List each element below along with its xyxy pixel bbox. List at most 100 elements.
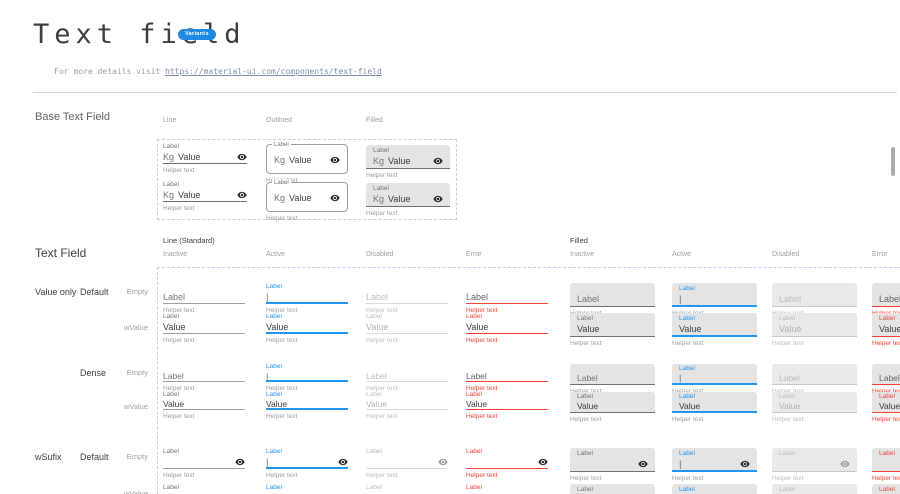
filled-box[interactable]: Label xyxy=(872,364,900,385)
filled-box[interactable]: Label xyxy=(772,448,857,472)
field-floating-label: Label xyxy=(163,313,245,320)
filled-box[interactable]: Label xyxy=(570,448,655,472)
field-floating-label: Label xyxy=(577,394,648,400)
text-input[interactable]: Value xyxy=(163,321,245,334)
text-input[interactable] xyxy=(466,456,548,469)
text-input[interactable]: KgValue xyxy=(163,189,247,202)
text-input[interactable]: Value xyxy=(679,323,750,334)
visibility-icon[interactable] xyxy=(438,457,448,467)
text-input[interactable]: Label xyxy=(779,373,850,382)
visibility-icon[interactable] xyxy=(237,152,247,162)
filled-box[interactable]: LabelKgValue xyxy=(366,145,450,169)
text-input[interactable] xyxy=(779,458,850,469)
text-input[interactable]: Value xyxy=(466,321,548,334)
visibility-icon[interactable] xyxy=(330,155,340,165)
text-input[interactable]: Value xyxy=(366,321,448,334)
filled-box[interactable]: Label| xyxy=(672,364,757,385)
text-input[interactable]: Label xyxy=(577,373,648,382)
text-input[interactable]: Value xyxy=(879,401,900,410)
text-input[interactable]: Label xyxy=(163,291,245,304)
text-input[interactable]: Value xyxy=(577,323,648,334)
filled-box[interactable]: LabelValue xyxy=(672,313,757,337)
text-input[interactable]: Value xyxy=(266,321,348,334)
text-input[interactable]: KgValue xyxy=(373,155,443,166)
filled-box[interactable]: LabelValue xyxy=(772,313,857,337)
filled-box[interactable]: Label| xyxy=(672,448,757,472)
filled-box[interactable]: Label| xyxy=(672,283,757,307)
text-input[interactable]: Value xyxy=(366,399,448,410)
filled-box[interactable]: LabelValue xyxy=(772,484,857,494)
text-input[interactable]: Value xyxy=(466,399,548,410)
text-input[interactable]: Label xyxy=(577,293,648,304)
text-input[interactable] xyxy=(366,456,448,469)
text-input[interactable]: | xyxy=(266,371,348,382)
filled-box[interactable]: LabelValue xyxy=(872,392,900,413)
text-input[interactable]: Value xyxy=(266,399,348,410)
text-input[interactable] xyxy=(879,458,900,469)
base-field-outlined: LabelKgValueHelper text xyxy=(266,182,348,222)
text-input[interactable]: KgValue xyxy=(274,154,340,166)
text-input[interactable]: Value xyxy=(577,401,648,410)
text-input[interactable]: Value xyxy=(163,399,245,410)
visibility-icon[interactable] xyxy=(235,457,245,467)
visibility-icon[interactable] xyxy=(638,459,648,469)
filled-box[interactable]: Label xyxy=(570,283,655,307)
text-input[interactable]: | xyxy=(679,293,750,304)
text-input[interactable]: Label xyxy=(779,293,850,304)
text-input[interactable]: | xyxy=(679,373,750,382)
base-field-filled: LabelKgValueHelper text xyxy=(366,183,450,217)
text-input[interactable] xyxy=(163,456,245,469)
filled-box[interactable]: Label xyxy=(772,364,857,385)
text-input[interactable]: Label xyxy=(163,371,245,382)
filled-box[interactable]: Label xyxy=(570,364,655,385)
visibility-icon[interactable] xyxy=(237,190,247,200)
visibility-icon[interactable] xyxy=(740,459,750,469)
textfield-filled-error-empty: LabelHelper text xyxy=(872,364,900,395)
visibility-icon[interactable] xyxy=(538,457,548,467)
visibility-icon[interactable] xyxy=(433,194,443,204)
outlined-box[interactable]: LabelKgValue xyxy=(266,144,348,174)
text-input[interactable]: Value xyxy=(879,323,900,334)
text-input[interactable]: KgValue xyxy=(274,192,340,204)
scrollbar-thumb[interactable] xyxy=(891,147,895,176)
text-input[interactable]: KgValue xyxy=(163,151,247,164)
text-input[interactable]: | xyxy=(266,291,348,304)
text-input[interactable]: Label xyxy=(366,291,448,304)
textfield-filled-disabled-wvalue: LabelValueHelper text xyxy=(772,484,857,494)
textfield-filled-active-wvalue: LabelValueHelper text xyxy=(672,392,757,423)
filled-box[interactable]: LabelValue xyxy=(872,313,900,337)
visibility-icon[interactable] xyxy=(338,457,348,467)
text-input[interactable]: Value xyxy=(779,401,850,410)
visibility-icon[interactable] xyxy=(840,459,850,469)
filled-box[interactable]: LabelValue xyxy=(570,313,655,337)
material-ui-link[interactable]: https://material-ui.com/components/text-… xyxy=(165,67,382,76)
filled-box[interactable]: LabelValue xyxy=(772,392,857,413)
text-input[interactable]: | xyxy=(266,456,348,469)
filled-box[interactable]: LabelValue xyxy=(672,484,757,494)
filled-box[interactable]: LabelValue xyxy=(570,392,655,413)
filled-box[interactable]: LabelKgValue xyxy=(366,183,450,207)
visibility-icon[interactable] xyxy=(330,193,340,203)
text-input[interactable]: Label xyxy=(366,371,448,382)
text-input[interactable]: Label xyxy=(879,373,900,382)
outlined-box[interactable]: LabelKgValue xyxy=(266,182,348,212)
text-input[interactable]: Label xyxy=(466,371,548,382)
field-floating-label: Label xyxy=(266,392,348,398)
text-input[interactable]: Label xyxy=(879,293,900,304)
unit-prefix: Kg xyxy=(274,193,285,203)
text-input[interactable]: Value xyxy=(679,401,750,410)
text-input[interactable]: | xyxy=(679,458,750,469)
row-state-label: Empty xyxy=(100,368,148,377)
text-input[interactable]: Value xyxy=(779,323,850,334)
filled-box[interactable]: Label xyxy=(872,283,900,307)
visibility-icon[interactable] xyxy=(433,156,443,166)
text-input[interactable]: Label xyxy=(466,291,548,304)
filled-box[interactable]: LabelValue xyxy=(570,484,655,494)
filled-box[interactable]: Label xyxy=(772,283,857,307)
text-input[interactable]: KgValue xyxy=(373,193,443,204)
filled-box[interactable]: LabelValue xyxy=(872,484,900,494)
variants-badge: Variants xyxy=(178,29,216,40)
text-input[interactable] xyxy=(577,458,648,469)
filled-box[interactable]: Label xyxy=(872,448,900,472)
filled-box[interactable]: LabelValue xyxy=(672,392,757,413)
